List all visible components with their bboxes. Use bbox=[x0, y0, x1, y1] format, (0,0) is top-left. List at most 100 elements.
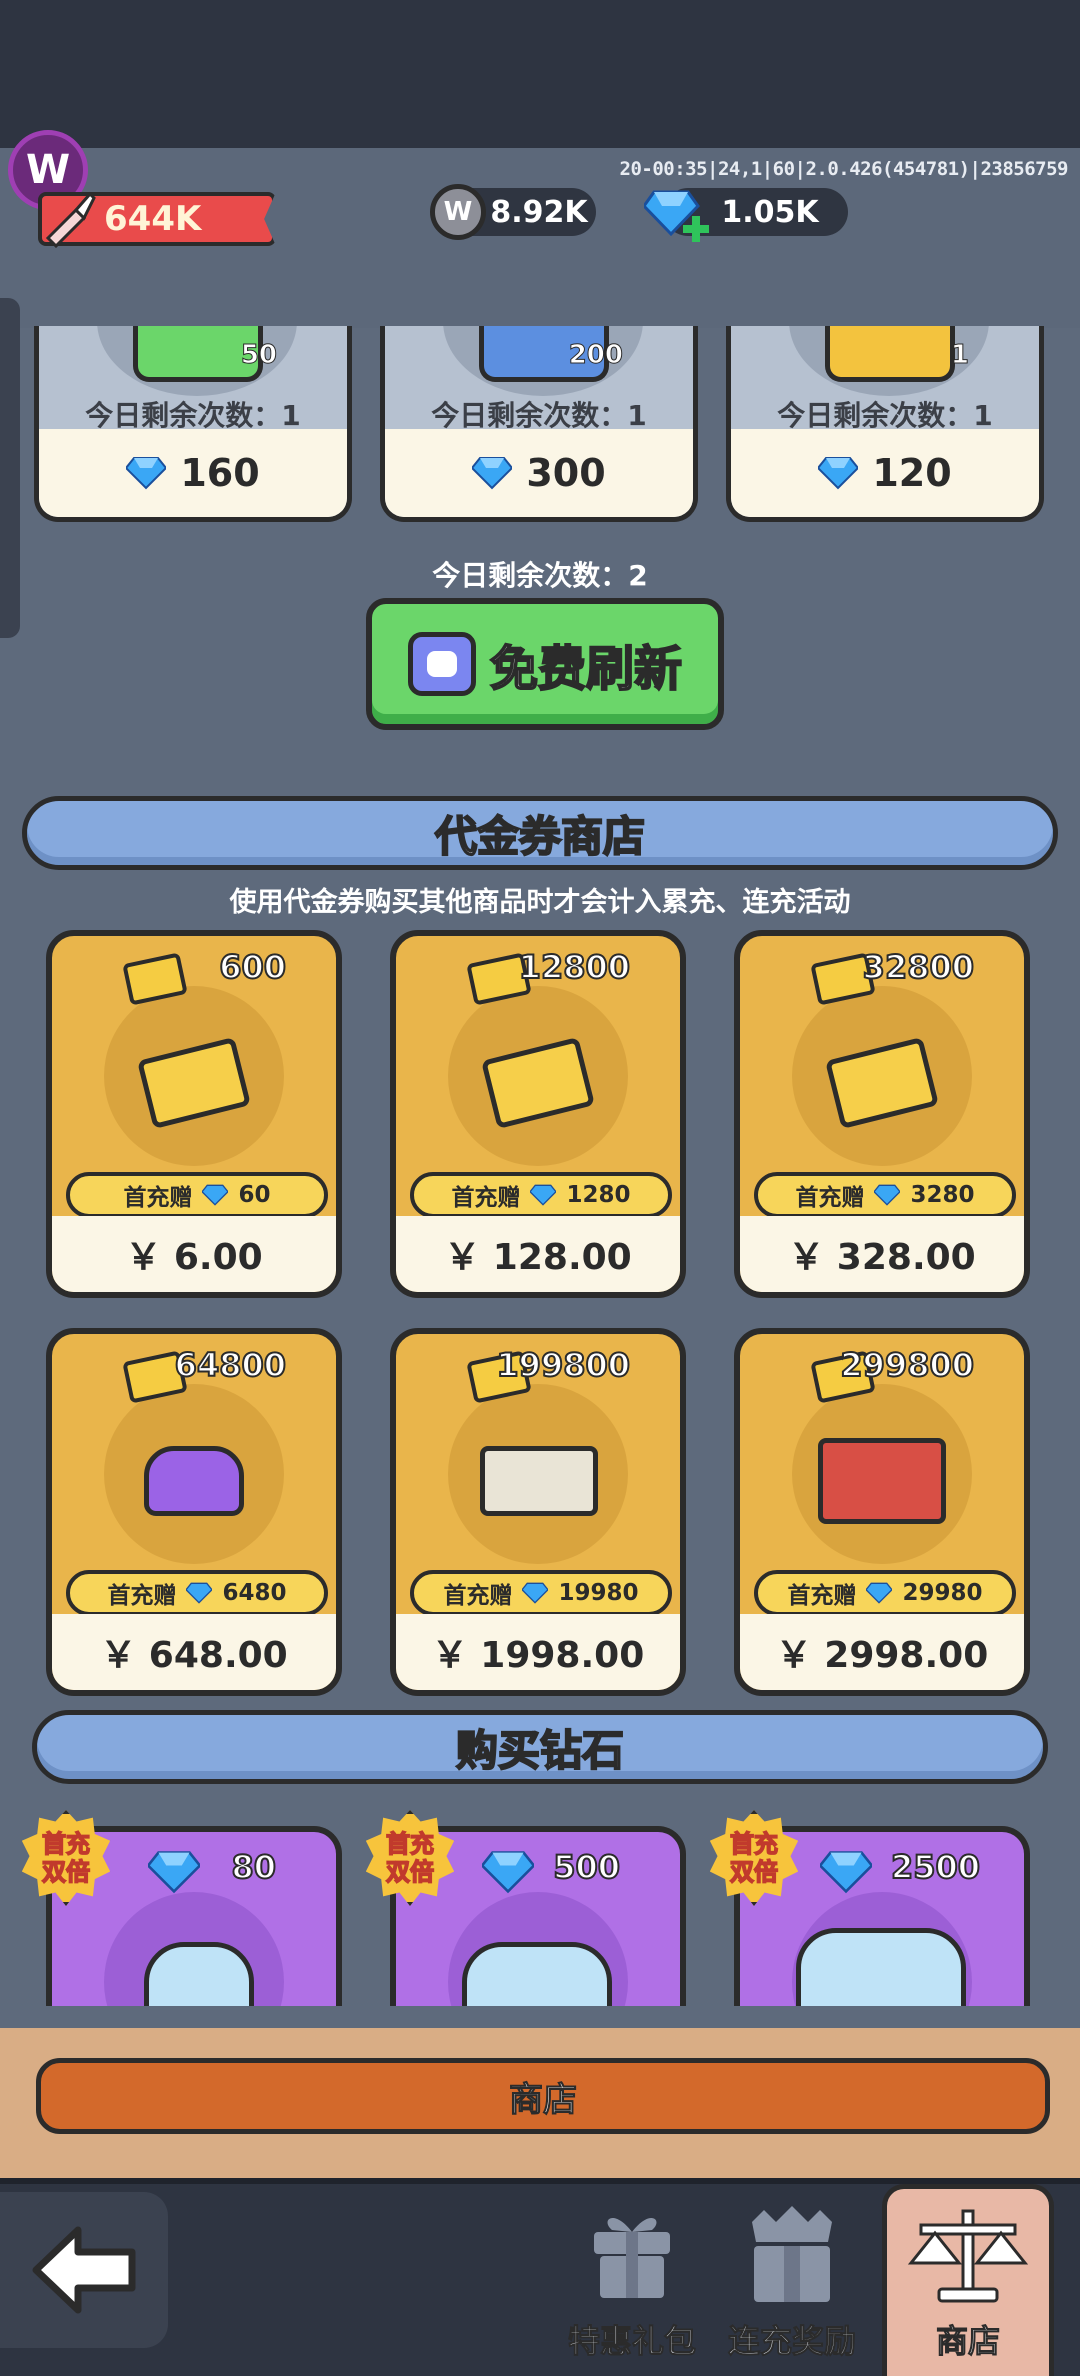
remaining-text: 今日剩余次数：1 bbox=[85, 399, 301, 432]
bonus-label: 首充赠 bbox=[787, 1583, 857, 1609]
badge-line-2: 双倍 bbox=[41, 1857, 91, 1887]
crown-gift-icon bbox=[752, 2206, 832, 2302]
nav-label: 特惠礼包 bbox=[567, 2322, 696, 2361]
diamond-icon bbox=[818, 457, 859, 490]
back-arrow-icon bbox=[32, 2226, 136, 2314]
remaining-text: 今日剩余次数：1 bbox=[431, 399, 647, 432]
badge-line-1: 首充 bbox=[729, 1829, 779, 1859]
voucher-shop-subtitle: 使用代金券购买其他商品时才会计入累充、连充活动 bbox=[229, 887, 851, 918]
diamond-amount: 500 bbox=[552, 1847, 621, 1887]
bonus-value: 6480 bbox=[222, 1580, 287, 1606]
top-card-1[interactable]: 50 今日剩余次数：1 160 bbox=[34, 326, 352, 522]
nav-shop[interactable]: 商店 bbox=[882, 2184, 1054, 2376]
diamond-value: 1.05K bbox=[721, 194, 819, 230]
bonus-value: 1280 bbox=[566, 1182, 631, 1208]
top-card-2[interactable]: 200 今日剩余次数：1 300 bbox=[380, 326, 698, 522]
tv-icon bbox=[407, 632, 476, 696]
top-card-3[interactable]: 1 今日剩余次数：1 120 bbox=[726, 326, 1044, 522]
diamond-icon bbox=[482, 1851, 534, 1894]
nav-label: 商店 bbox=[935, 2322, 1000, 2361]
gold-item-icon bbox=[825, 326, 955, 382]
shop-title-bar: 商店 bbox=[36, 2058, 1050, 2134]
free-refresh-button[interactable]: 免费刷新 bbox=[366, 598, 724, 730]
free-refresh-label: 免费刷新 bbox=[489, 640, 683, 698]
price-label: ￥ 128.00 bbox=[396, 1216, 680, 1292]
voucher-amount: 64800 bbox=[174, 1345, 287, 1385]
price-label: ￥ 1998.00 bbox=[396, 1614, 680, 1690]
crystal-icon bbox=[462, 1942, 612, 2006]
nav-recharge-reward[interactable]: 连充奖励 bbox=[712, 2184, 872, 2376]
price-label: ￥ 648.00 bbox=[52, 1614, 336, 1690]
voucher-amount: 600 bbox=[218, 947, 287, 987]
diamond-icon bbox=[530, 1184, 557, 1206]
back-button[interactable] bbox=[0, 2192, 168, 2348]
voucher-box-icon bbox=[480, 1446, 598, 1516]
crystal-icon bbox=[796, 1928, 966, 2006]
badge-line-2: 双倍 bbox=[385, 1857, 435, 1887]
voucher-amount: 299800 bbox=[839, 1345, 975, 1385]
voucher-card[interactable]: 64800 首充赠 6480 ￥ 648.00 bbox=[46, 1328, 342, 1696]
refresh-remaining-text: 今日剩余次数：2 bbox=[432, 559, 648, 592]
voucher-card[interactable]: 299800 首充赠 29980 ￥ 2998.00 bbox=[734, 1328, 1030, 1696]
badge-line-2: 双倍 bbox=[729, 1857, 779, 1887]
price-value: 120 bbox=[872, 451, 952, 495]
voucher-card[interactable]: 199800 首充赠 19980 ￥ 1998.00 bbox=[390, 1328, 686, 1696]
first-recharge-bonus: 首充赠 19980 bbox=[410, 1570, 672, 1616]
voucher-card[interactable]: 12800 首充赠 1280 ￥ 128.00 bbox=[390, 930, 686, 1298]
diamond-icon bbox=[126, 457, 167, 490]
bonus-label: 首充赠 bbox=[123, 1185, 193, 1211]
remaining-text: 今日剩余次数：1 bbox=[777, 399, 993, 432]
debug-info: 20-00:35|24,1|60|2.0.426(454781)|2385675… bbox=[619, 158, 1069, 180]
shop-screen: 20-00:35|24,1|60|2.0.426(454781)|2385675… bbox=[0, 0, 1080, 2376]
price-label: ￥ 2998.00 bbox=[740, 1614, 1024, 1690]
treasure-chest-icon bbox=[818, 1438, 946, 1524]
price-bar: 120 bbox=[731, 429, 1039, 517]
diamond-icon bbox=[148, 1851, 200, 1894]
bonus-value: 19980 bbox=[558, 1580, 639, 1606]
voucher-shop-banner: 代金券商店 bbox=[22, 796, 1058, 870]
balance-scale-icon bbox=[907, 2209, 1029, 2303]
voucher-shop-title: 代金券商店 bbox=[434, 811, 646, 862]
crystal-icon bbox=[144, 1942, 254, 2006]
gift-icon bbox=[594, 2217, 670, 2298]
diamond-amount: 2500 bbox=[890, 1847, 981, 1887]
w-coin-value: 8.92K bbox=[490, 194, 588, 230]
badge-line-1: 首充 bbox=[385, 1829, 435, 1859]
sword-icon bbox=[45, 191, 96, 248]
bonus-label: 首充赠 bbox=[795, 1185, 865, 1211]
nav-label: 连充奖励 bbox=[727, 2322, 856, 2361]
bonus-value: 29980 bbox=[902, 1580, 983, 1606]
diamond-plus-icon[interactable] bbox=[644, 182, 714, 246]
diamond-shop-title: 购买钻石 bbox=[455, 1725, 625, 1776]
top-bar bbox=[0, 0, 1080, 148]
bonus-label: 首充赠 bbox=[451, 1185, 521, 1211]
diamond-shop-banner: 购买钻石 bbox=[32, 1710, 1048, 1784]
bonus-value: 60 bbox=[238, 1182, 271, 1208]
bonus-value: 3280 bbox=[910, 1182, 975, 1208]
badge-line-1: 首充 bbox=[41, 1829, 91, 1859]
first-recharge-bonus: 首充赠 3280 bbox=[754, 1172, 1016, 1218]
first-recharge-bonus: 首充赠 6480 bbox=[66, 1570, 328, 1616]
diamond-icon bbox=[874, 1184, 901, 1206]
voucher-amount: 32800 bbox=[862, 947, 975, 987]
first-recharge-bonus: 首充赠 60 bbox=[66, 1172, 328, 1218]
voucher-amount: 199800 bbox=[495, 1345, 631, 1385]
first-recharge-bonus: 首充赠 1280 bbox=[410, 1172, 672, 1218]
voucher-card[interactable]: 600 首充赠 60 ￥ 6.00 bbox=[46, 930, 342, 1298]
bonus-label: 首充赠 bbox=[443, 1583, 513, 1609]
bonus-label: 首充赠 bbox=[107, 1583, 177, 1609]
price-value: 300 bbox=[526, 451, 606, 495]
price-label: ￥ 6.00 bbox=[52, 1216, 336, 1292]
price-value: 160 bbox=[180, 451, 260, 495]
diamond-icon bbox=[472, 457, 513, 490]
diamond-icon bbox=[202, 1184, 229, 1206]
voucher-card[interactable]: 32800 首充赠 3280 ￥ 328.00 bbox=[734, 930, 1030, 1298]
item-count: 1 bbox=[950, 340, 969, 371]
nav-special-offer[interactable]: 特惠礼包 bbox=[552, 2184, 712, 2376]
voucher-amount: 12800 bbox=[518, 947, 631, 987]
item-count: 200 bbox=[568, 340, 623, 371]
diamond-icon bbox=[820, 1851, 872, 1894]
diamond-amount: 80 bbox=[230, 1847, 277, 1887]
diamond-icon bbox=[522, 1582, 549, 1604]
price-label: ￥ 328.00 bbox=[740, 1216, 1024, 1292]
